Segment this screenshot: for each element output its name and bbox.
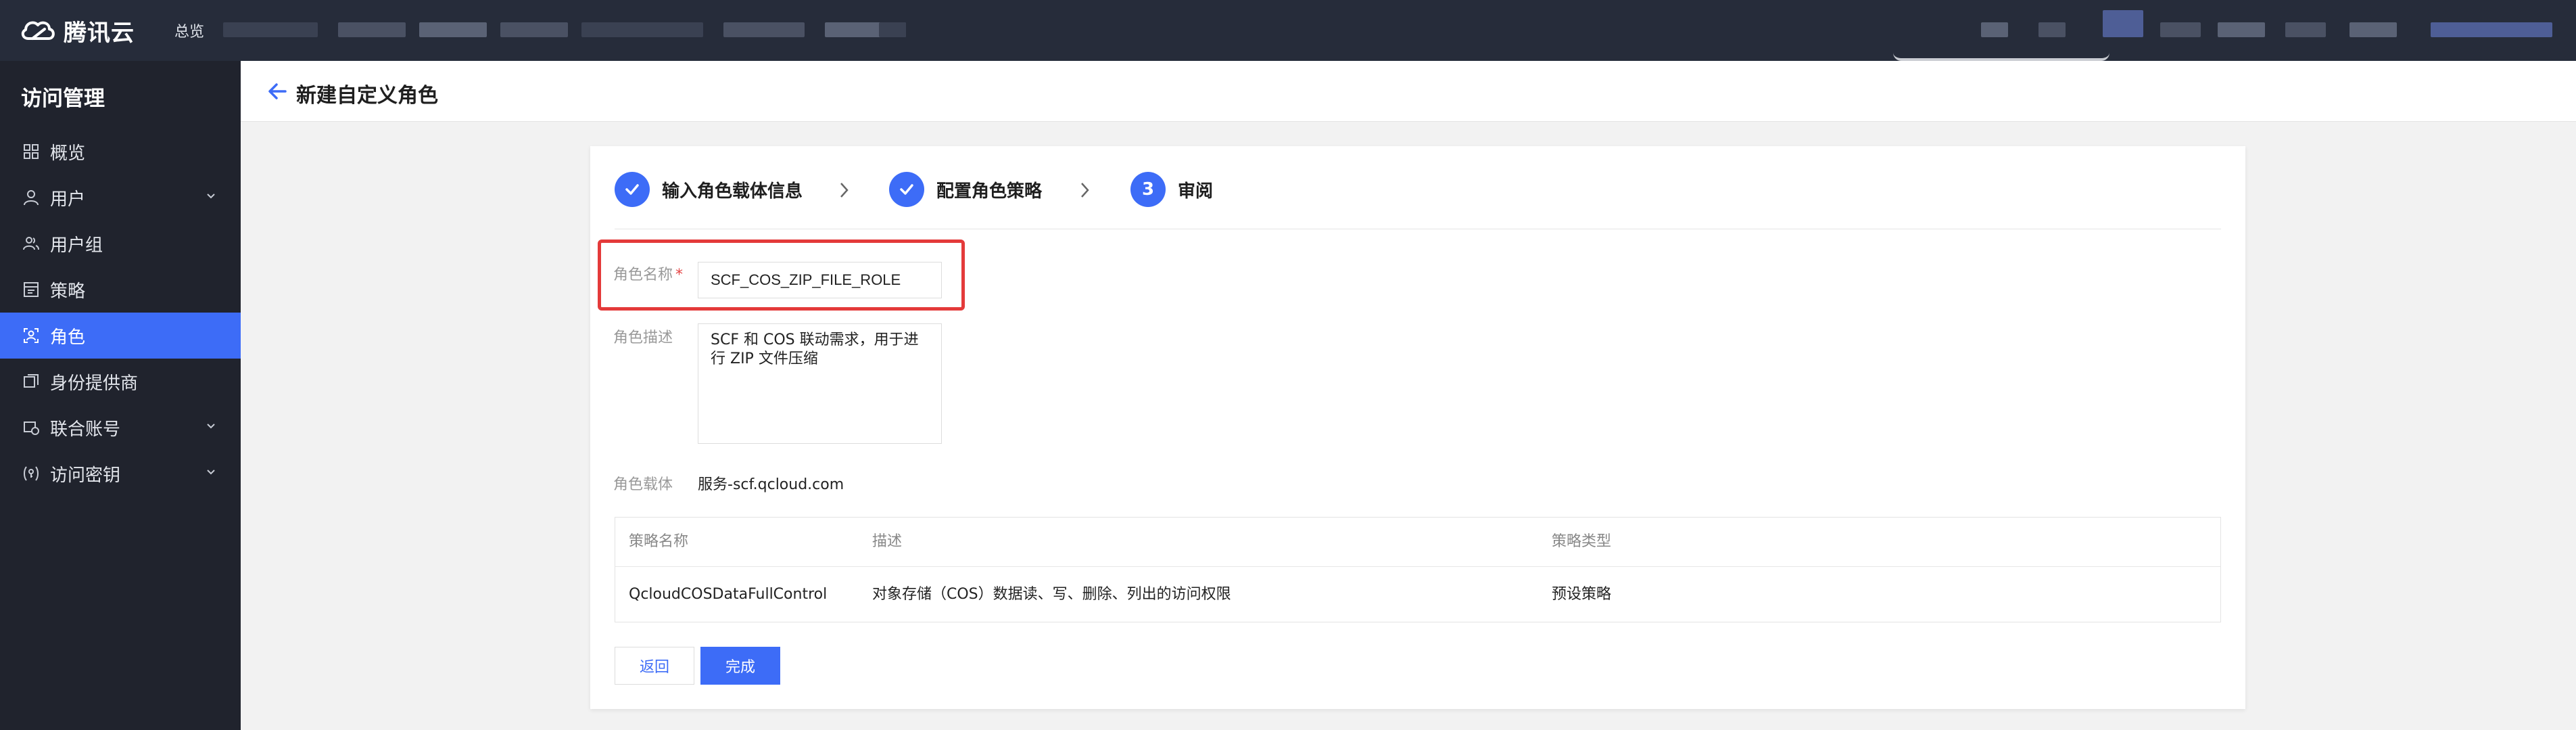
table-cell-policy-name: QcloudCOSDataFullControl — [629, 586, 828, 603]
step-3: 3 审阅 — [1130, 172, 1213, 207]
sidebar-item-overview[interactable]: 概览 — [0, 129, 241, 175]
create-role-card: 输入角色载体信息 配置角色策略 3 审阅 角色名称 * SCF_COS_ZIP_F… — [590, 146, 2245, 709]
step-2: 配置角色策略 — [889, 172, 1042, 207]
done-button[interactable]: 完成 — [700, 647, 780, 685]
obscured-nav-item[interactable] — [2103, 10, 2143, 37]
step-label: 输入角色载体信息 — [662, 181, 803, 202]
sidebar-item-federated-accounts[interactable]: 联合账号 — [0, 405, 241, 451]
step-done-badge — [615, 172, 650, 207]
brand-name: 腾讯云 — [64, 19, 135, 47]
step-label: 审阅 — [1178, 181, 1214, 202]
nav-overview-link[interactable]: 总览 — [174, 20, 204, 41]
chevron-down-icon — [207, 470, 215, 475]
check-icon — [900, 184, 913, 195]
table-cell-description: 对象存储（COS）数据读、写、删除、列出的访问权限 — [872, 586, 1231, 603]
cloud-logo-icon — [21, 21, 55, 40]
obscured-nav-item[interactable] — [2160, 22, 2201, 37]
back-button[interactable]: 返回 — [615, 647, 694, 685]
chevron-right-icon — [840, 183, 849, 198]
obscured-nav-item[interactable] — [2038, 22, 2066, 37]
page-title: 新建自定义角色 — [296, 84, 438, 108]
step-1: 输入角色载体信息 — [615, 172, 803, 207]
sidebar-item-identity-providers[interactable]: 身份提供商 — [0, 359, 241, 405]
sidebar-title: 访问管理 — [21, 87, 105, 111]
obscured-nav-item[interactable] — [419, 22, 487, 37]
sidebar-item-label: 访问密钥 — [50, 465, 121, 486]
obscured-nav-item[interactable] — [223, 22, 318, 37]
step-label: 配置角色策略 — [936, 181, 1043, 202]
obscured-nav-item[interactable] — [2350, 22, 2397, 37]
role-desc-field[interactable]: SCF 和 COS 联动需求，用于进 行 ZIP 文件压缩 — [698, 323, 942, 444]
policy-table: 策略名称 描述 策略类型 QcloudCOSDataFullControl 对象… — [615, 517, 2221, 622]
table-cell-policy-type: 预设策略 — [1552, 586, 1612, 603]
sidebar: 访问管理 概览 用户 用户组 策略 角色 身份提供商 联合账号 访问密钥 — [0, 61, 241, 730]
obscured-nav-item[interactable] — [2285, 22, 2326, 37]
sidebar-item-access-keys[interactable]: 访问密钥 — [0, 451, 241, 497]
user-group-icon — [22, 234, 41, 253]
obscured-nav-item[interactable] — [581, 22, 703, 37]
sidebar-item-label: 联合账号 — [50, 419, 121, 440]
chevron-down-icon — [207, 424, 215, 429]
role-carrier-value: 服务-scf.qcloud.com — [698, 476, 844, 493]
column-header-policy-name: 策略名称 — [629, 533, 689, 550]
obscured-nav-item[interactable] — [338, 22, 406, 37]
sidebar-item-user-groups[interactable]: 用户组 — [0, 221, 241, 267]
obscured-nav-item[interactable] — [723, 22, 805, 37]
step-number-badge: 3 — [1130, 172, 1166, 207]
obscured-nav-item[interactable] — [2218, 22, 2265, 37]
user-icon — [22, 188, 41, 207]
table-header-divider — [615, 566, 2220, 567]
chevron-down-icon — [207, 193, 215, 199]
identity-provider-icon — [22, 372, 41, 391]
sidebar-item-label: 身份提供商 — [50, 373, 139, 394]
chevron-right-icon — [1081, 183, 1089, 198]
sidebar-item-users[interactable]: 用户 — [0, 175, 241, 221]
sidebar-item-label: 用户 — [50, 189, 86, 210]
obscured-nav-item[interactable] — [1981, 22, 2008, 37]
role-desc-label: 角色描述 — [613, 329, 673, 346]
policy-icon — [22, 280, 41, 299]
federated-account-icon — [22, 418, 41, 437]
sidebar-item-label: 角色 — [50, 327, 86, 348]
obscured-account-menu[interactable] — [2431, 22, 2552, 37]
sidebar-item-label: 概览 — [50, 143, 86, 164]
role-icon — [22, 326, 41, 345]
tencent-cloud-logo[interactable]: 腾讯云 — [19, 14, 135, 47]
column-header-policy-type: 策略类型 — [1552, 533, 1612, 550]
page-header: 新建自定义角色 — [241, 61, 2576, 122]
role-carrier-label: 角色载体 — [613, 476, 673, 493]
column-header-description: 描述 — [872, 533, 903, 550]
check-icon — [625, 184, 639, 195]
dropdown-shadow-arc — [1893, 53, 2109, 61]
obscured-nav-item[interactable] — [879, 22, 906, 37]
step-done-badge — [889, 172, 924, 207]
sidebar-item-label: 用户组 — [50, 235, 103, 256]
sidebar-item-roles[interactable]: 角色 — [0, 313, 241, 359]
back-arrow-icon[interactable] — [265, 80, 289, 103]
sidebar-item-policies[interactable]: 策略 — [0, 267, 241, 313]
access-key-icon — [22, 464, 41, 483]
top-nav-bar: 腾讯云 总览 — [0, 0, 2576, 61]
highlight-annotation-frame — [598, 239, 965, 311]
dashboard-icon — [22, 142, 41, 161]
obscured-nav-item[interactable] — [500, 22, 568, 37]
sidebar-item-label: 策略 — [50, 281, 86, 302]
